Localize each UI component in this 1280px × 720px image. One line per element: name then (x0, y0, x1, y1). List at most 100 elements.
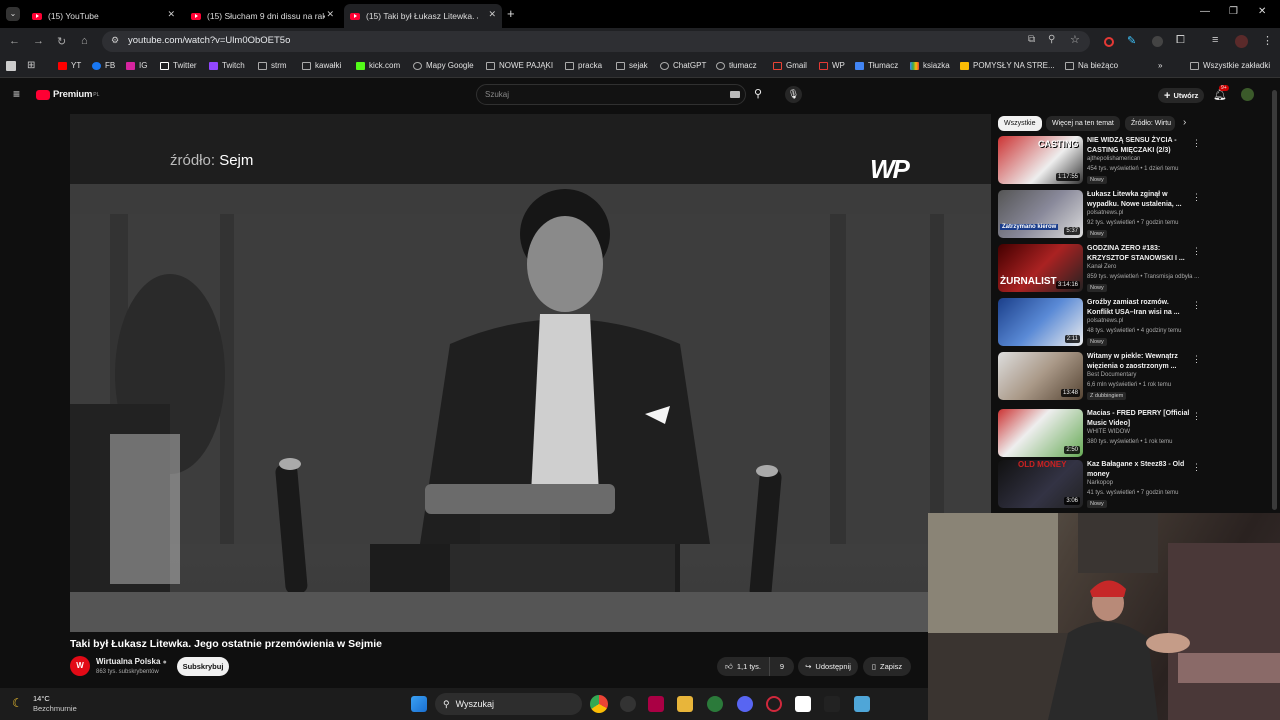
file-explorer-icon[interactable] (677, 696, 693, 712)
bookmark-twitch[interactable]: Twitch (209, 61, 245, 70)
video-title[interactable]: NIE WIDZĄ SENSU ŻYCIA - CASTING MIĘCZAKI… (1087, 136, 1192, 155)
reload-icon[interactable]: ↻ (57, 35, 66, 48)
scrollbar[interactable] (1272, 90, 1277, 510)
maximize-button[interactable]: ❐ (1229, 6, 1238, 17)
channel-avatar[interactable]: W (70, 656, 90, 676)
dislike-button[interactable]: 9 (769, 657, 794, 676)
menu-icon[interactable]: ⋮ (1262, 34, 1273, 47)
video-title[interactable]: GODZINA ZERO #183: KRZYSZTOF STANOWSKI I… (1087, 244, 1192, 263)
chip-more-topic[interactable]: Więcej na ten temat (1046, 116, 1120, 131)
youtube-logo[interactable]: Premium PL (36, 89, 99, 100)
search-input[interactable]: Szukaj (476, 84, 746, 105)
video-title[interactable]: Łukasz Litewka zginął w wypadku. Nowe us… (1087, 190, 1192, 209)
reading-list-icon[interactable]: ≡ (1212, 34, 1218, 46)
bookmark-wp[interactable]: WP (819, 61, 845, 70)
video-title[interactable]: Witamy w piekle: Wewnątrz więzienia o za… (1087, 352, 1192, 371)
channel-name[interactable]: polsatnews.pl (1087, 318, 1123, 324)
like-button[interactable]: 👍︎ 1,1 tys. (717, 657, 769, 676)
account-avatar[interactable] (1241, 88, 1254, 101)
hamburger-menu-icon[interactable]: ≡ (13, 87, 20, 101)
chevron-right-icon[interactable]: › (1183, 117, 1186, 128)
chip-all[interactable]: Wszystkie (998, 116, 1042, 131)
more-options-icon[interactable]: ⋮ (1192, 411, 1201, 422)
site-info-icon[interactable]: ⚙ (111, 35, 119, 46)
extensions-puzzle-icon[interactable]: ⧠ (1176, 34, 1185, 47)
apps-icon[interactable] (6, 61, 16, 71)
record-app-icon[interactable] (620, 696, 636, 712)
chip-source[interactable]: Źródło: Wirtu (1125, 116, 1175, 131)
channel-name[interactable]: WHITE WIDOW (1087, 429, 1130, 435)
address-bar[interactable]: ⚙ youtube.com/watch?v=Ulm0ObOET5o ⧉ ⚲ ☆ (102, 31, 1090, 52)
bookmark-folder-pracka[interactable]: pracka (565, 61, 602, 70)
close-window-button[interactable]: ✕ (1258, 6, 1266, 17)
close-icon[interactable]: ✕ (167, 9, 175, 20)
extension-icon[interactable]: ✎ (1127, 34, 1136, 47)
video-thumbnail[interactable]: Zatrzymano kierow 5:37 (998, 190, 1083, 238)
channel-name[interactable]: Kanał Zero (1087, 264, 1116, 270)
record-extension-icon[interactable] (1104, 37, 1114, 47)
video-title[interactable]: Groźby zamiast rozmów. Konflikt USA–Iran… (1087, 298, 1192, 317)
bookmark-folder-kawalki[interactable]: kawałki (302, 61, 341, 70)
weather-desc[interactable]: Bezchmurnie (33, 704, 77, 713)
video-player[interactable]: źródło: Sejm WP (70, 114, 991, 632)
bookmark-chatgpt[interactable]: ChatGPT (660, 61, 706, 70)
video-thumbnail[interactable]: CASTING 1:17:55 (998, 136, 1083, 184)
bookmark-gmail[interactable]: Gmail (773, 61, 807, 70)
forward-icon[interactable]: → (33, 35, 44, 47)
more-options-icon[interactable]: ⋮ (1192, 138, 1201, 149)
video-title[interactable]: Macias - FRED PERRY [Official Music Vide… (1087, 409, 1192, 428)
profile-avatar[interactable] (1235, 35, 1248, 48)
bookmark-folder-sejak[interactable]: sejak (616, 61, 648, 70)
recommendation-item[interactable]: 2:11 Groźby zamiast rozmów. Konflikt USA… (998, 298, 1278, 348)
close-icon[interactable]: ✕ (488, 9, 496, 20)
bookmark-pomysly[interactable]: POMYSŁY NA STRE... (960, 61, 1055, 70)
discord-icon[interactable] (737, 696, 753, 712)
video-thumbnail[interactable]: 2:50 (998, 409, 1083, 457)
moon-weather-icon[interactable]: ☾ (12, 696, 23, 710)
channel-name[interactable]: polsatnews.pl (1087, 210, 1123, 216)
bookmark-ksiazka[interactable]: ksiazka (910, 61, 950, 70)
close-icon[interactable]: ✕ (326, 9, 334, 20)
recommendation-item[interactable]: 2:50 Macias - FRED PERRY [Official Music… (998, 409, 1278, 459)
share-button[interactable]: ↪ Udostępnij (798, 657, 858, 676)
create-button[interactable]: + Utwórz (1158, 88, 1205, 103)
install-icon[interactable]: ⧉ (1028, 34, 1035, 45)
subscribe-button[interactable]: Subskrybuj (177, 657, 229, 676)
bookmark-yt[interactable]: YT (58, 61, 81, 70)
bookmark-star-icon[interactable]: ☆ (1070, 33, 1080, 46)
recommendation-item[interactable]: ŻURNALIST 3:14:16 GODZINA ZERO #183: KRZ… (998, 244, 1278, 294)
notes-app-icon[interactable] (795, 696, 811, 712)
bookmark-folder-strm[interactable]: strm (258, 61, 287, 70)
home-icon[interactable]: ⌂ (81, 35, 88, 47)
taskbar-search-box[interactable]: ⚲ Wyszukaj (435, 693, 582, 715)
video-thumbnail[interactable]: 13:48 (998, 352, 1083, 400)
video-thumbnail[interactable]: OLD MONEY 3:06 (998, 460, 1083, 508)
more-options-icon[interactable]: ⋮ (1192, 462, 1201, 473)
back-icon[interactable]: ← (9, 35, 20, 47)
bookmark-tlumacz[interactable]: tłumacz (716, 61, 757, 70)
tab-sluham[interactable]: (15) Słucham 9 dni dissu na rak ✕ (185, 4, 340, 28)
bookmark-ig[interactable]: IG (126, 61, 147, 70)
video-thumbnail[interactable]: ŻURNALIST 3:14:16 (998, 244, 1083, 292)
extension-icon[interactable] (1152, 36, 1163, 47)
video-thumbnail[interactable]: 2:11 (998, 298, 1083, 346)
more-options-icon[interactable]: ⋮ (1192, 192, 1201, 203)
tab-search-button[interactable]: ⌄ (6, 7, 20, 21)
tab-youtube[interactable]: (15) YouTube ✕ (26, 4, 181, 28)
bookmark-fb[interactable]: FB (92, 61, 115, 70)
new-tab-button[interactable]: + (507, 6, 515, 21)
recommendation-item[interactable]: Zatrzymano kierow 5:37 Łukasz Litewka zg… (998, 190, 1278, 240)
bookmarks-overflow-icon[interactable]: » (1158, 61, 1162, 70)
bookmark-kick[interactable]: kick.com (356, 61, 400, 70)
windows-start-icon[interactable] (411, 696, 427, 712)
save-button[interactable]: ▯ Zapisz (863, 657, 911, 676)
app-icon[interactable] (824, 696, 840, 712)
bookmark-folder-na-biezaco[interactable]: Na bieżąco (1065, 61, 1118, 70)
tab-active-video[interactable]: (15) Taki był Łukasz Litewka. Jeg ✕ (344, 4, 502, 28)
bookmark-folder-nowe-pajaki[interactable]: NOWE PAJĄKI (486, 61, 553, 70)
recommendation-item[interactable]: 13:48 Witamy w piekle: Wewnątrz więzieni… (998, 352, 1278, 402)
voice-search-mic-icon[interactable]: 🎙︎ (785, 86, 802, 103)
bookmark-all[interactable]: Wszystkie zakładki (1190, 61, 1270, 70)
video-title[interactable]: Kaz Bałagane x Steez83 - Old money (1087, 460, 1192, 479)
chrome-icon[interactable] (590, 695, 608, 713)
